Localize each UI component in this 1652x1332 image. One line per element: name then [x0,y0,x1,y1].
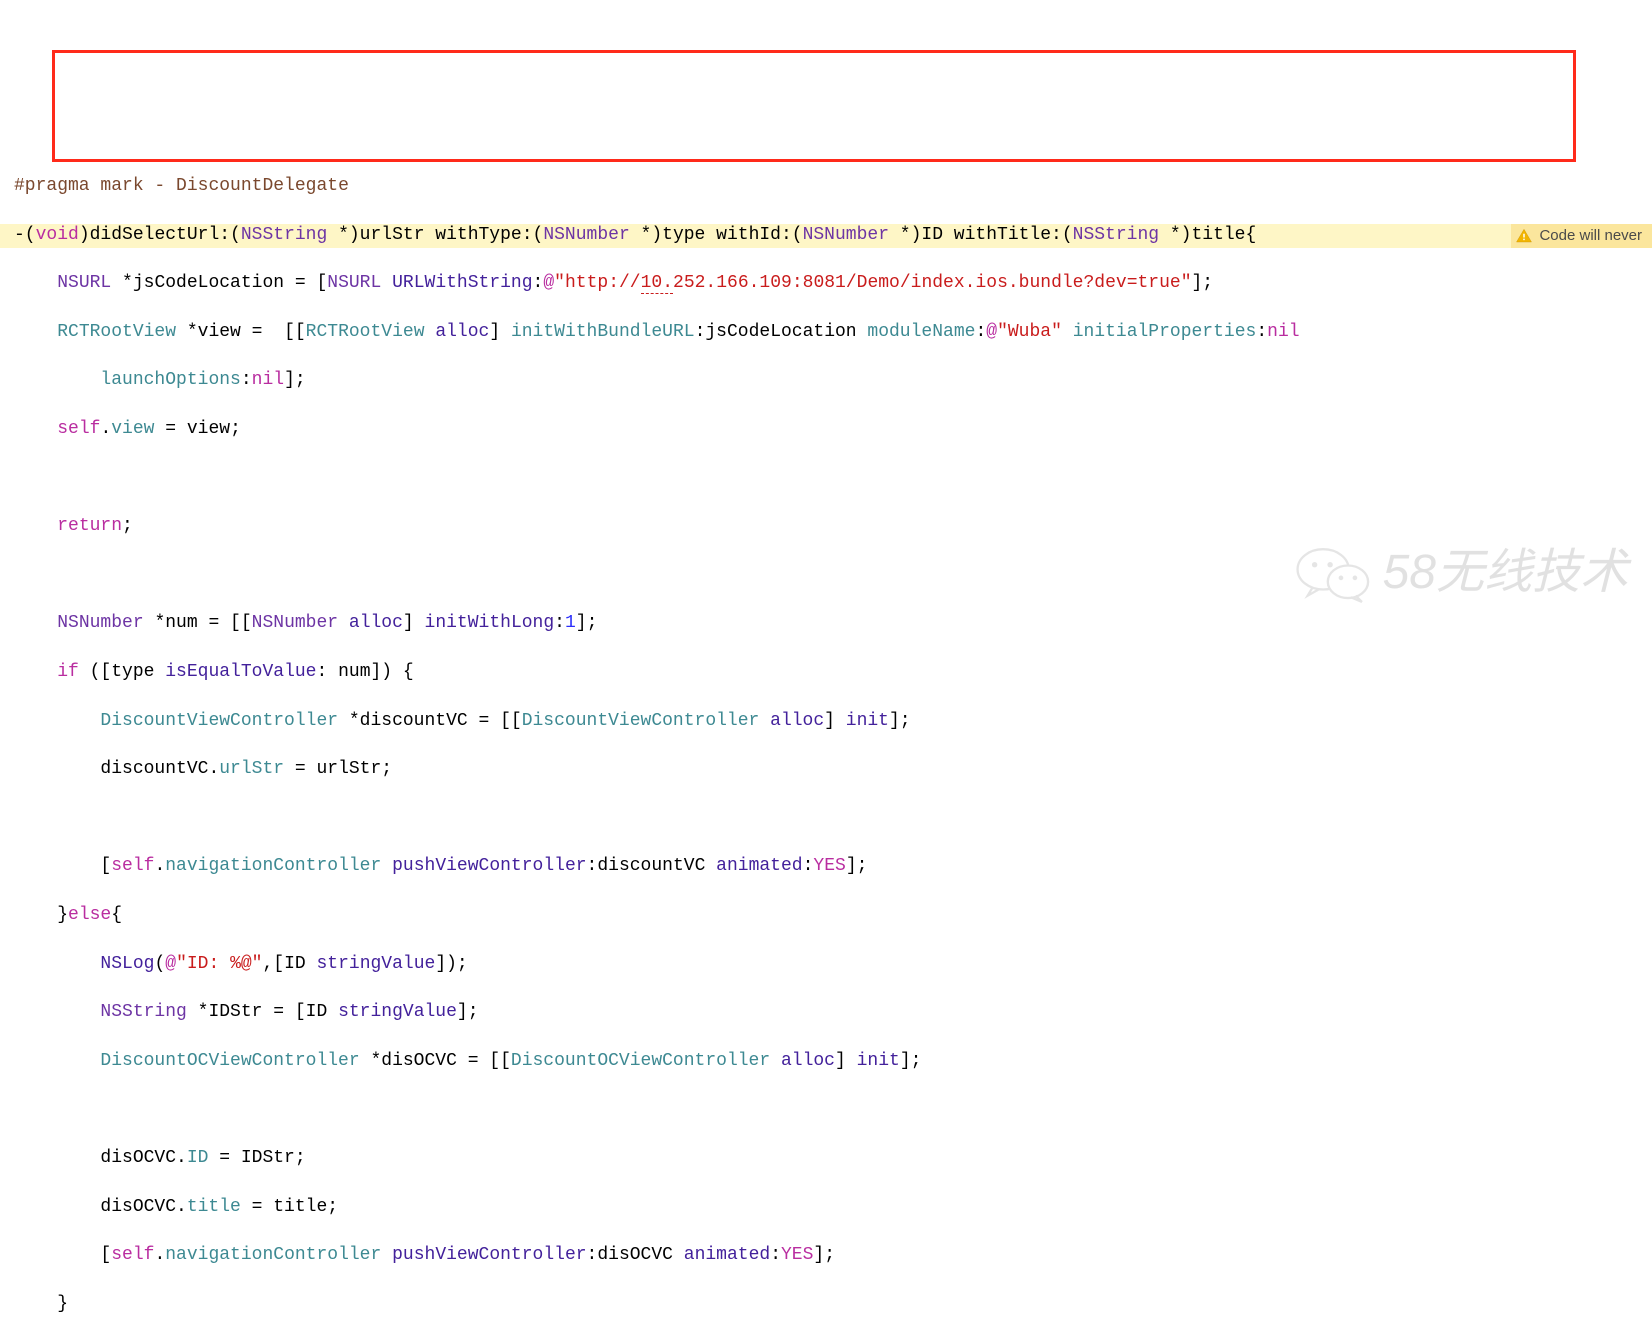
code-line: NSString *IDStr = [ID stringValue]; [14,1000,1652,1024]
code-line: } [14,1292,1652,1316]
code-line: discountVC.urlStr = urlStr; [14,757,1652,781]
warning-badge[interactable]: Code will never [1511,224,1652,248]
code-line: }else{ [14,903,1652,927]
code-line: DiscountOCViewController *disOCVC = [[Di… [14,1049,1652,1073]
blank-line [14,806,1652,830]
warning-triangle-icon [1515,227,1533,245]
code-line: return; [14,514,1652,538]
blank-line [14,1097,1652,1121]
code-line: disOCVC.ID = IDStr; [14,1146,1652,1170]
code-line: RCTRootView *view = [[RCTRootView alloc]… [14,320,1652,344]
code-line: #pragma mark - DiscountDelegate [14,174,1652,198]
code-line: NSNumber *num = [[NSNumber alloc] initWi… [14,611,1652,635]
url-link[interactable]: 10. [641,273,673,294]
code-line: if ([type isEqualToValue: num]) { [14,660,1652,684]
code-line: self.view = view; [14,417,1652,441]
code-line: disOCVC.title = title; [14,1195,1652,1219]
code-line: [self.navigationController pushViewContr… [14,854,1652,878]
code-line: NSLog(@"ID: %@",[ID stringValue]); [14,952,1652,976]
blank-line [14,563,1652,587]
pragma-directive: #pragma [14,176,90,196]
warning-text: Code will never [1539,226,1642,246]
code-line: [self.navigationController pushViewContr… [14,1243,1652,1267]
code-editor[interactable]: #pragma mark - DiscountDelegate -(void)d… [0,146,1652,1332]
code-line: launchOptions:nil]; [14,368,1652,392]
blank-line [14,466,1652,490]
code-line: -(void)didSelectUrl:(NSString *)urlStr w… [14,223,1652,247]
code-line: DiscountViewController *discountVC = [[D… [14,709,1652,733]
code-line: NSURL *jsCodeLocation = [NSURL URLWithSt… [14,271,1652,295]
